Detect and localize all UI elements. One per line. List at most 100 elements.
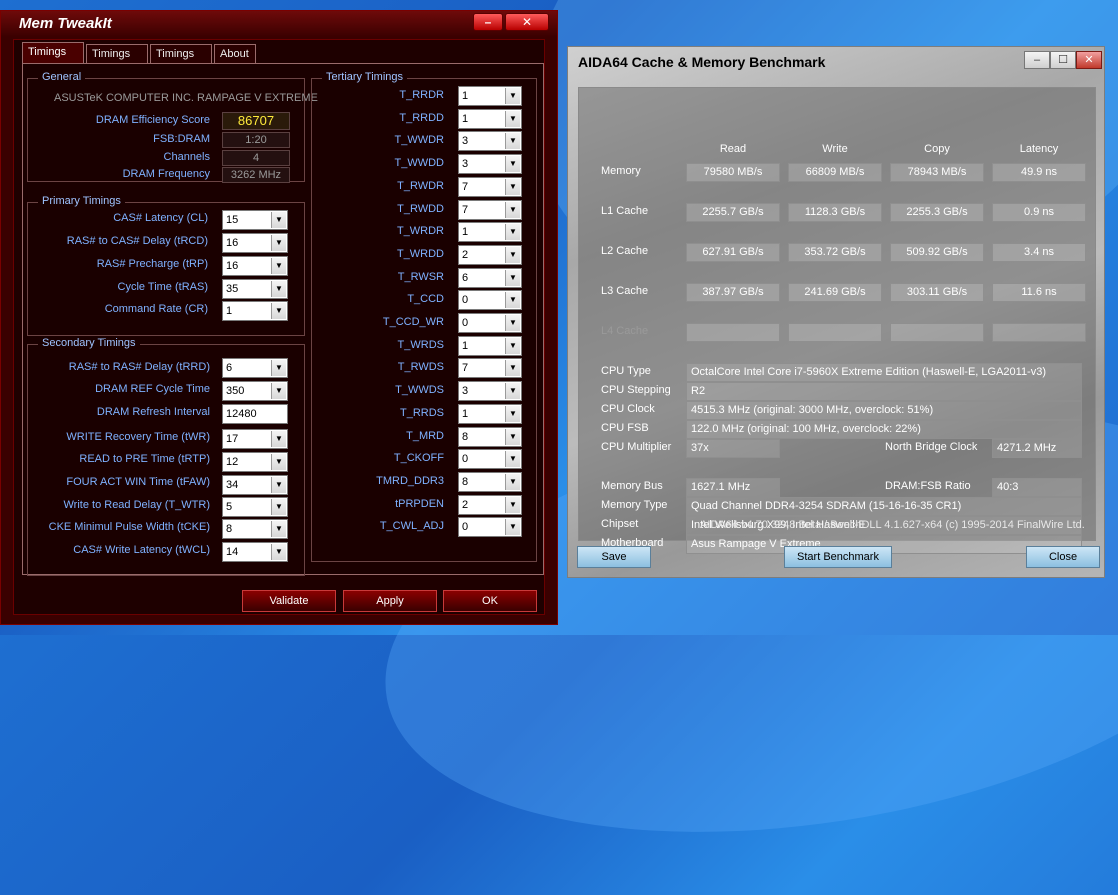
twr-select[interactable]: 17 ▼ [222,429,288,449]
chevron-down-icon[interactable]: ▼ [505,383,520,400]
start-benchmark-button[interactable]: Start Benchmark [784,546,892,568]
combo-value: 1 [226,305,233,317]
close-button[interactable]: ✕ [1076,51,1102,69]
chevron-down-icon[interactable]: ▼ [505,110,520,127]
label: CPU Type [601,365,651,377]
tertiary-timing-select[interactable]: 0 ▼ [458,517,522,538]
tertiary-timing-select[interactable]: 0 ▼ [458,290,522,311]
chevron-down-icon[interactable]: ▼ [505,405,520,422]
tertiary-timing-select[interactable]: 7 ▼ [458,199,522,220]
combo-value: 12 [226,456,239,468]
chevron-down-icon[interactable]: ▼ [505,88,520,104]
label: T_RRDR [399,89,444,101]
chevron-down-icon[interactable]: ▼ [271,212,286,228]
tertiary-timing-select[interactable]: 1 ▼ [458,222,522,243]
chevron-down-icon[interactable]: ▼ [505,292,520,309]
combo-value: 1 [462,339,469,352]
chevron-down-icon[interactable]: ▼ [271,303,286,319]
chevron-down-icon[interactable]: ▼ [505,224,520,241]
chevron-down-icon[interactable]: ▼ [505,178,520,195]
chevron-down-icon[interactable]: ▼ [271,235,286,251]
tertiary-timing-select[interactable]: 1 ▼ [458,86,522,106]
chevron-down-icon[interactable]: ▼ [505,269,520,286]
trcd-select[interactable]: 16 ▼ [222,233,288,253]
refresh-interval-input[interactable]: 12480 [222,404,288,424]
label: CKE Minimul Pulse Width (tCKE) [48,521,210,533]
ok-button[interactable]: OK [443,590,537,612]
trrd-select[interactable]: 6 ▼ [222,358,288,378]
bench-row-label: L3 Cache [601,285,649,297]
tertiary-timing-select[interactable]: 1 ▼ [458,108,522,129]
command-rate-select[interactable]: 1 ▼ [222,301,288,321]
chevron-down-icon[interactable]: ▼ [271,281,286,297]
chevron-down-icon[interactable]: ▼ [505,519,520,536]
validate-button[interactable]: Validate [242,590,336,612]
tfaw-select[interactable]: 34 ▼ [222,475,288,495]
bench-cell [686,323,780,342]
memory-bus-value: 1627.1 MHz [686,478,780,497]
tab-timings-1[interactable]: Timings #1 [22,42,84,76]
chevron-down-icon[interactable]: ▼ [271,521,286,537]
tertiary-timing-select[interactable]: 0 ▼ [458,449,522,470]
chevron-down-icon[interactable]: ▼ [271,431,286,447]
tertiary-timing-select[interactable]: 8 ▼ [458,426,522,447]
label: T_WWDD [394,157,445,170]
combo-value: 2 [462,248,469,261]
tertiary-timing-select[interactable]: 2 ▼ [458,494,522,515]
chevron-down-icon[interactable]: ▼ [505,451,520,468]
tertiary-timing-select[interactable]: 6 ▼ [458,267,522,288]
tertiary-timing-select[interactable]: 3 ▼ [458,381,522,402]
tertiary-timing-select[interactable]: 1 ▼ [458,335,522,356]
chevron-down-icon[interactable]: ▼ [505,360,520,377]
chevron-down-icon[interactable]: ▼ [505,315,520,331]
tertiary-timing-select[interactable]: 8 ▼ [458,471,522,492]
board-name: ASUSTeK COMPUTER INC. RAMPAGE V EXTREME [54,92,318,104]
label: DRAM:FSB Ratio [885,480,971,492]
chevron-down-icon[interactable]: ▼ [271,544,286,560]
chevron-down-icon[interactable]: ▼ [505,156,520,173]
tertiary-timing-select[interactable]: 0 ▼ [458,313,522,333]
chevron-down-icon[interactable]: ▼ [505,496,520,513]
chevron-down-icon[interactable]: ▼ [271,258,286,274]
tertiary-timing-select[interactable]: 3 ▼ [458,154,522,175]
tertiary-timing-select[interactable]: 3 ▼ [458,131,522,152]
apply-button[interactable]: Apply [343,590,437,612]
chevron-down-icon[interactable]: ▼ [271,383,286,399]
chevron-down-icon[interactable]: ▼ [505,473,520,490]
twtr-select[interactable]: 5 ▼ [222,497,288,517]
title-bar[interactable]: Mem TweakIt – ✕ [1,11,557,37]
tertiary-timing-select[interactable]: 7 ▼ [458,176,522,197]
tertiary-timing-select[interactable]: 2 ▼ [458,244,522,265]
trfc-select[interactable]: 350 ▼ [222,381,288,401]
chevron-down-icon[interactable]: ▼ [271,454,286,470]
trtp-select[interactable]: 12 ▼ [222,452,288,472]
trp-select[interactable]: 16 ▼ [222,256,288,276]
cas-latency-select[interactable]: 15 ▼ [222,210,288,230]
tab-about[interactable]: About [214,44,256,63]
maximize-button[interactable]: ☐ [1050,51,1076,69]
chevron-down-icon[interactable]: ▼ [505,246,520,263]
chevron-down-icon[interactable]: ▼ [505,201,520,218]
chevron-down-icon[interactable]: ▼ [505,428,520,445]
tcke-select[interactable]: 8 ▼ [222,519,288,539]
tertiary-timing-select[interactable]: 1 ▼ [458,403,522,424]
tertiary-timing-select[interactable]: 7 ▼ [458,358,522,379]
minimize-button[interactable]: – [1024,51,1050,69]
close-button[interactable]: ✕ [505,13,549,31]
tab-timings-3[interactable]: Timings #3 [150,44,212,78]
tras-select[interactable]: 35 ▼ [222,279,288,299]
chevron-down-icon[interactable]: ▼ [271,360,286,376]
minimize-button[interactable]: – [473,13,503,31]
chevron-down-icon[interactable]: ▼ [271,499,286,515]
chevron-down-icon[interactable]: ▼ [505,337,520,354]
label: T_MRD [406,429,444,442]
label: T_CCD_WR [382,316,444,328]
close-dialog-button[interactable]: Close [1026,546,1100,568]
bench-cell: 2255.7 GB/s [686,203,780,222]
chevron-down-icon[interactable]: ▼ [271,477,286,493]
tab-timings-2[interactable]: Timings #2 [86,44,148,78]
chevron-down-icon[interactable]: ▼ [505,133,520,150]
bench-cell: 3.4 ns [992,243,1086,262]
twcl-select[interactable]: 14 ▼ [222,542,288,562]
save-button[interactable]: Save [577,546,651,568]
